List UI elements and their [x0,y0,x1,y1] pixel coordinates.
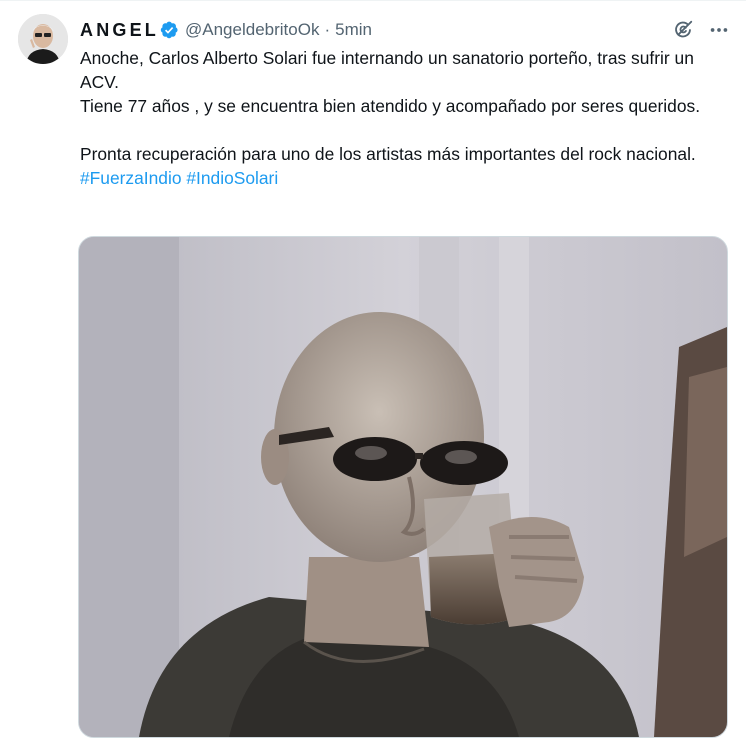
avatar-photo [18,14,68,64]
tweet-media[interactable] [78,236,728,738]
tweet-header: ANGEL @AngeldebritoOk · 5min [80,18,372,42]
more-icon[interactable] [706,17,732,43]
author-avatar[interactable] [18,14,68,64]
tweet[interactable]: ANGEL @AngeldebritoOk · 5min Anoche, Car… [0,0,746,738]
tweet-text-line1: Anoche, Carlos Alberto Solari fue intern… [80,48,694,92]
hashtag-fuerzaindio[interactable]: #FuerzaIndio [80,168,182,188]
author-handle[interactable]: @AngeldebritoOk [185,20,319,40]
grok-icon[interactable] [670,17,696,43]
hashtag-indiosolari[interactable]: #IndioSolari [186,168,278,188]
tweet-body: Anoche, Carlos Alberto Solari fue intern… [80,46,720,190]
media-image [79,237,727,737]
tweet-text-line3: Pronta recuperación para uno de los arti… [80,144,696,164]
tweet-text-line2: Tiene 77 años , y se encuentra bien aten… [80,96,701,116]
tweet-top-actions [660,17,732,43]
verified-badge-icon [159,20,179,40]
tweet-text-line3-container: Pronta recuperación para uno de los arti… [80,142,720,190]
tweet-timestamp[interactable]: 5min [335,20,372,40]
author-display-name[interactable]: ANGEL [80,20,159,41]
separator-dot: · [324,20,331,39]
